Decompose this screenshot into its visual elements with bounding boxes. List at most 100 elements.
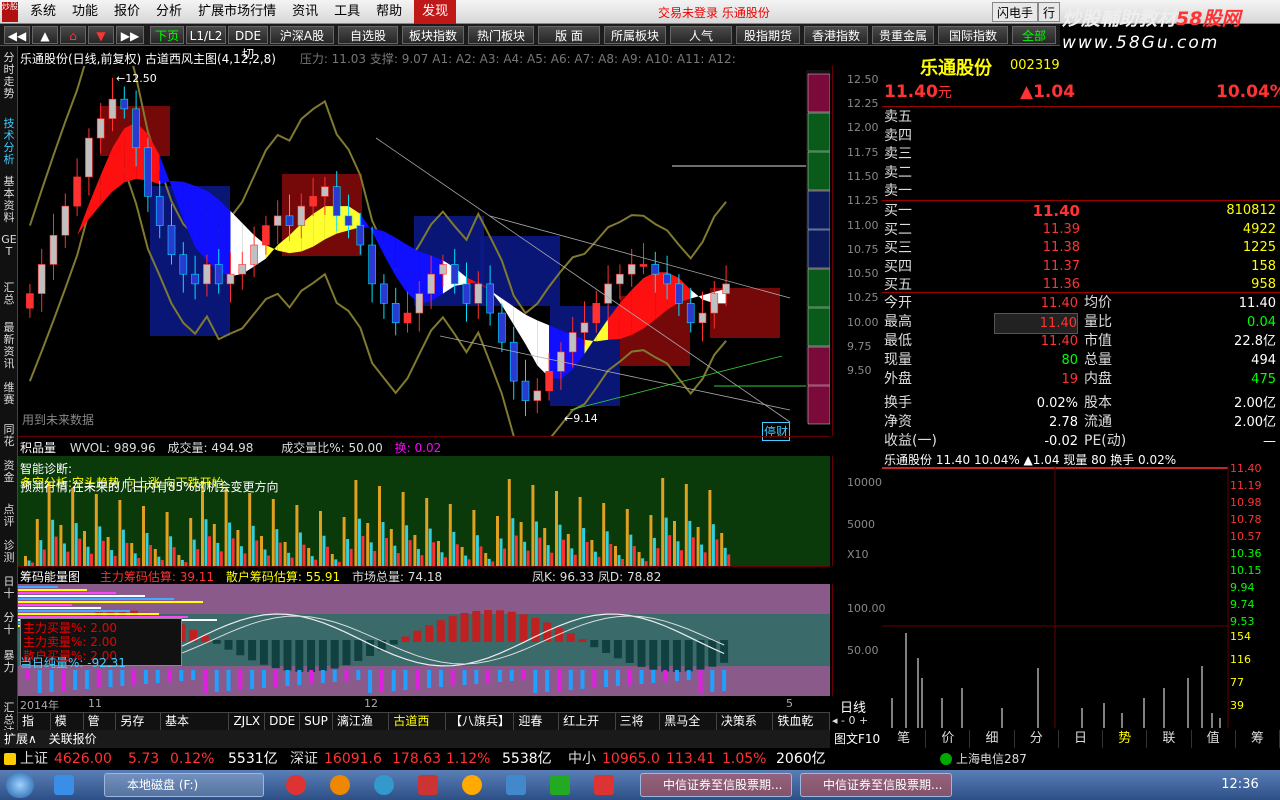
app-icon[interactable]: [374, 775, 394, 795]
ticker-label[interactable]: 中小: [568, 748, 596, 770]
related-quote-button[interactable]: 关联报价: [49, 732, 97, 746]
left-tab[interactable]: 技术分析: [1, 118, 17, 166]
scroll-controls[interactable]: ◂ - 0 +: [832, 712, 880, 730]
indicator-tab[interactable]: 管理: [84, 713, 117, 745]
left-tab[interactable]: 点评: [1, 504, 17, 528]
buy-row[interactable]: 买四 11.37 158: [884, 258, 1278, 276]
clock[interactable]: 12:36: [1200, 770, 1280, 800]
start-button[interactable]: [6, 772, 34, 798]
app-icon[interactable]: [550, 775, 570, 795]
toolbar-button[interactable]: 人气: [670, 26, 732, 44]
left-tab[interactable]: 最新资讯: [1, 322, 17, 370]
left-tab[interactable]: GET: [1, 234, 17, 258]
toolbar-button[interactable]: 板块指数: [402, 26, 464, 44]
app-icon[interactable]: [594, 775, 614, 795]
toolbar-button[interactable]: 贵重金属: [872, 26, 934, 44]
quote-tab[interactable]: 分: [1015, 730, 1059, 748]
app-icon[interactable]: [418, 775, 438, 795]
indicator-tab[interactable]: 漓江渔歌: [333, 713, 390, 745]
left-tab[interactable]: 分时走势: [1, 52, 17, 100]
sell-row[interactable]: 卖三: [884, 145, 1278, 163]
explorer-icon[interactable]: [54, 775, 74, 795]
left-tab[interactable]: 基本资料: [1, 176, 17, 224]
indicator-tab[interactable]: 【八旗兵】: [446, 713, 515, 730]
left-tab[interactable]: 资金: [1, 460, 17, 484]
left-tab[interactable]: 维赛: [1, 382, 17, 406]
next-icon[interactable]: ▶▶: [116, 26, 144, 44]
app-icon[interactable]: [506, 775, 526, 795]
toolbar-button[interactable]: 股指期货: [736, 26, 800, 44]
toolbar-button[interactable]: DDE切: [228, 26, 268, 61]
sell-row[interactable]: 卖一: [884, 182, 1278, 200]
home-icon[interactable]: ⌂: [60, 26, 86, 44]
indicator-tab[interactable]: 古道西风: [389, 713, 446, 745]
toolbar-button[interactable]: L1/L2: [186, 26, 226, 44]
taskbar-item-broker[interactable]: 中信证券至信股票期...: [640, 773, 792, 797]
taskbar-item-broker[interactable]: 中信证券至信股票期...: [800, 773, 952, 797]
indicator-tab[interactable]: 黑马全息: [660, 713, 717, 745]
menu-item[interactable]: 分析: [148, 0, 190, 24]
server-label[interactable]: 上海电信287: [956, 748, 1027, 770]
app-icon[interactable]: [462, 775, 482, 795]
indicator-tab[interactable]: 三将军: [616, 713, 661, 745]
finance-badge[interactable]: 停财: [762, 422, 791, 441]
menu-item[interactable]: 报价: [106, 0, 148, 24]
indicator-tab[interactable]: 模板: [51, 713, 84, 745]
toolbar-button[interactable]: 自选股: [338, 26, 398, 44]
sell-row[interactable]: 卖二: [884, 164, 1278, 182]
quote-tab[interactable]: 值: [1192, 730, 1236, 748]
menu-item[interactable]: 工具: [326, 0, 368, 24]
quote-tab[interactable]: 细: [970, 730, 1015, 748]
indicator-tab[interactable]: 迎春图: [514, 713, 560, 745]
app-icon[interactable]: [286, 775, 306, 795]
indicator-tab[interactable]: ZJLX: [229, 713, 266, 730]
indicator-tab[interactable]: 红上开花: [559, 713, 616, 745]
indicator-tab[interactable]: 指标: [18, 713, 51, 745]
intraday-chart[interactable]: [882, 466, 1280, 728]
app-icon[interactable]: [330, 775, 350, 795]
menu-item[interactable]: 扩展市场行情: [190, 0, 284, 24]
toolbar-button[interactable]: 版 面: [538, 26, 600, 44]
up-arrow-icon[interactable]: ▲: [32, 26, 58, 44]
menu-item-discover[interactable]: 发现: [414, 0, 457, 24]
indicator-tab[interactable]: 另存为: [116, 713, 162, 745]
quote-tab[interactable]: 筹: [1236, 730, 1280, 748]
ticker-label[interactable]: 上证: [20, 748, 48, 770]
toolbar-button[interactable]: 国际指数: [938, 26, 1008, 44]
down-arrow-icon[interactable]: ▼: [88, 26, 114, 44]
indicator-tab[interactable]: SUP: [300, 713, 333, 730]
menu-item[interactable]: 帮助: [368, 0, 410, 24]
quote-tab[interactable]: 日: [1059, 730, 1104, 748]
left-tab[interactable]: 暴力: [1, 650, 17, 674]
toolbar-button[interactable]: 所属板块: [604, 26, 666, 44]
toolbar-button[interactable]: 香港指数: [804, 26, 868, 44]
quote-tab[interactable]: 势: [1103, 730, 1148, 748]
left-tab[interactable]: 同花: [1, 424, 17, 448]
buy-row[interactable]: 买一 11.40 810812: [884, 202, 1278, 220]
sell-row[interactable]: 卖四: [884, 127, 1278, 145]
indicator-tab[interactable]: 决策系统: [717, 713, 774, 745]
left-tab[interactable]: 分十: [1, 612, 17, 636]
buy-row[interactable]: 买二 11.39 4922: [884, 221, 1278, 239]
f10-button[interactable]: 图文F10: [834, 730, 880, 748]
back-icon[interactable]: ◀◀: [4, 26, 30, 44]
toolbar-button[interactable]: 全部: [1012, 26, 1056, 44]
menu-item[interactable]: 资讯: [284, 0, 326, 24]
indicator-tab[interactable]: 基本MACD: [161, 713, 230, 745]
toolbar-button[interactable]: 热门板块: [468, 26, 534, 44]
left-tab[interactable]: 日十: [1, 576, 17, 600]
indicator-tab[interactable]: 铁血乾坤: [773, 713, 830, 745]
quote-button[interactable]: 行: [1038, 2, 1061, 22]
toolbar-button[interactable]: 沪深A股: [270, 26, 334, 44]
quote-tab[interactable]: 价: [926, 730, 971, 748]
ticker-label[interactable]: 深证: [290, 748, 318, 770]
buy-row[interactable]: 买三 11.38 1225: [884, 239, 1278, 257]
left-tab[interactable]: 汇总: [1, 282, 17, 306]
quote-tab[interactable]: 联: [1147, 730, 1192, 748]
left-tab[interactable]: 诊测: [1, 540, 17, 564]
menu-item[interactable]: 系统: [22, 0, 64, 24]
taskbar-item-disk[interactable]: 本地磁盘 (F:): [104, 773, 264, 797]
expand-button[interactable]: 扩展∧: [4, 732, 37, 746]
flash-trade-button[interactable]: 闪电手: [992, 2, 1039, 22]
sell-row[interactable]: 卖五: [884, 108, 1278, 126]
